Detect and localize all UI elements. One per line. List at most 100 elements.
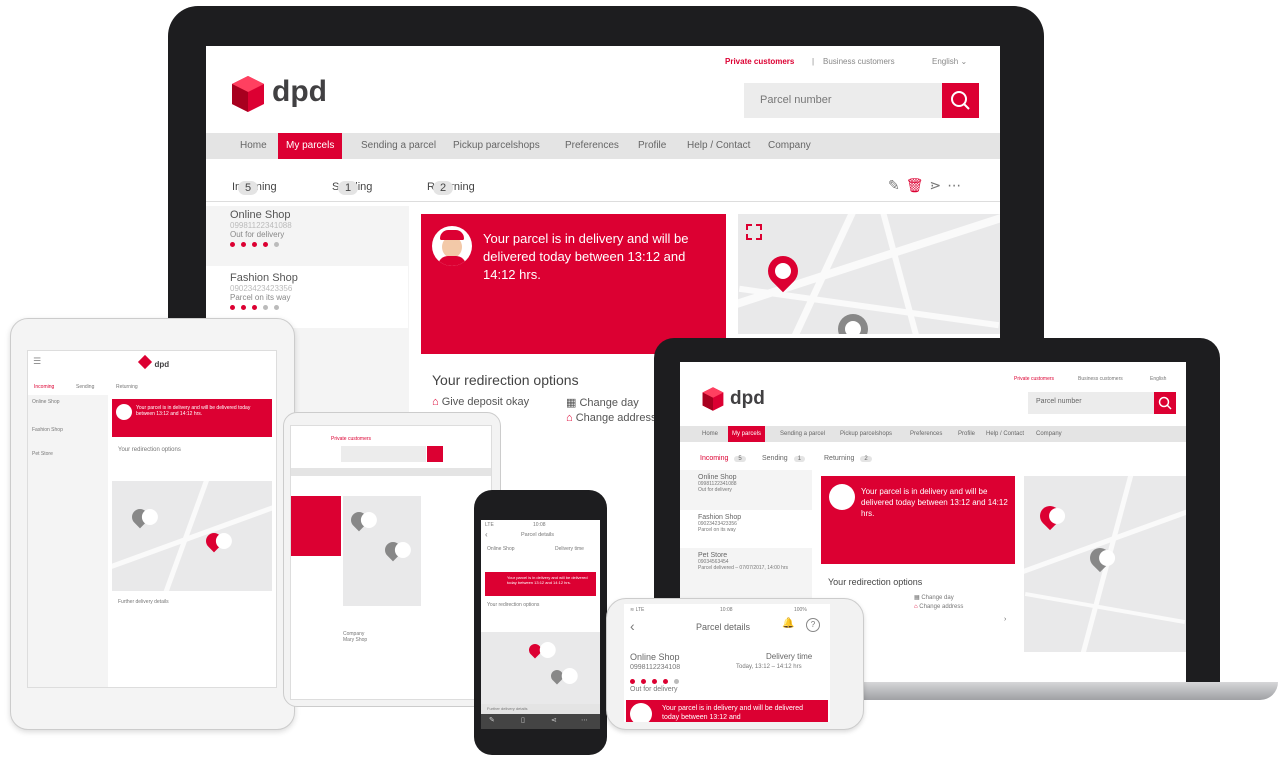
delivery-time-label: Delivery time (555, 546, 584, 552)
tab-incoming-label: Incoming (700, 455, 729, 462)
option-change-address[interactable]: ⌂ Change address (914, 604, 963, 610)
divider (206, 201, 1000, 202)
search-button[interactable] (1154, 392, 1176, 414)
tablet-landscape-screen: Private customers Company Mary Shop (290, 425, 492, 700)
further-details-bar[interactable]: Further delivery details (481, 704, 600, 714)
private-customers-link[interactable]: Private customers (331, 436, 371, 442)
trash-icon[interactable]: ▯ (521, 716, 525, 724)
parcel-item-fashion-shop[interactable]: Fashion Shop 09023423423356 Parcel on it… (698, 514, 808, 533)
delivery-truck-pin-icon (526, 641, 544, 659)
dpd-cube-icon (232, 76, 264, 112)
nav-profile[interactable]: Profile (958, 431, 975, 437)
search-button[interactable] (942, 83, 979, 118)
parcel-shop[interactable]: Online Shop (28, 395, 108, 409)
notification-bell-icon[interactable]: 🔔 (782, 618, 794, 629)
nav-help-contact[interactable]: Help / Contact (687, 140, 750, 151)
calendar-icon: ▦ (566, 397, 577, 409)
parcel-shop: Online Shop (230, 209, 291, 221)
option-change-address[interactable]: ⌂ Change address (566, 412, 656, 424)
option-change-address-label: Change address (575, 412, 657, 424)
more-icon[interactable]: ⋯ (947, 177, 967, 193)
option-change-day[interactable]: ▦ Change day (566, 396, 639, 409)
location-pin-icon (381, 538, 405, 562)
nav-sending-a-parcel[interactable]: Sending a parcel (780, 431, 825, 437)
language-select[interactable]: English ⌄ (932, 57, 967, 66)
back-icon[interactable]: ‹ (485, 530, 488, 539)
nav-profile[interactable]: Profile (638, 140, 666, 151)
main-nav (291, 468, 491, 476)
calendar-icon: ▦ (914, 595, 920, 601)
parcel-item-pet-store[interactable]: Pet Store 09034563454 Parcel delivered –… (698, 552, 810, 571)
network-label: LTE (635, 607, 645, 613)
deposit-icon: ⌂ (432, 396, 439, 408)
tab-returning[interactable]: Returning (116, 384, 138, 390)
fullscreen-icon[interactable] (746, 224, 762, 240)
nav-help-contact[interactable]: Help / Contact (986, 431, 1024, 437)
parcel-shop[interactable]: Pet Store (28, 433, 108, 457)
parcel-shop[interactable]: Fashion Shop (28, 409, 108, 433)
parcel-status: Parcel on its way (230, 293, 291, 302)
option-change-day[interactable]: ▦ Change day (914, 594, 954, 601)
map[interactable] (1024, 476, 1186, 652)
nav-my-parcels[interactable]: My parcels (278, 133, 343, 159)
language-select[interactable]: English (1150, 376, 1166, 382)
back-icon[interactable]: ‹ (630, 618, 635, 634)
map[interactable] (112, 481, 272, 591)
parcel-number-input[interactable] (341, 446, 426, 462)
dpd-logo[interactable] (700, 386, 726, 417)
nav-home[interactable]: Home (240, 140, 267, 151)
help-icon[interactable]: ? (806, 618, 820, 632)
edit-icon[interactable]: ✎ (888, 177, 906, 193)
parcel-item-online-shop[interactable]: Online Shop 09981122341088 Out for deliv… (206, 209, 408, 247)
main-nav: Home My parcels Sending a parcel Pickup … (680, 426, 1186, 442)
business-customers-link[interactable]: Business customers (823, 57, 895, 66)
option-deposit[interactable]: ⌂ Give deposit okay (432, 396, 529, 408)
parcel-number: 0998112234108 (630, 664, 681, 671)
more-icon[interactable]: ⋯ (581, 716, 588, 724)
nav-pickup-parcelshops[interactable]: Pickup parcelshops (840, 431, 892, 437)
dpd-cube-icon (137, 354, 153, 370)
map[interactable] (343, 496, 421, 606)
redirection-title: Your redirection options (118, 447, 181, 453)
parcel-number-placeholder: Parcel number (1036, 398, 1082, 405)
parcel-item-online-shop[interactable]: Online Shop 09981122341088 Out for deliv… (698, 474, 808, 493)
share-icon[interactable]: ⋗ (930, 177, 948, 193)
menu-icon[interactable]: ☰ (33, 356, 41, 367)
nav-company[interactable]: Company (768, 140, 811, 151)
parcel-number-placeholder: Parcel number (760, 94, 832, 106)
parcel-status: Out for delivery (630, 686, 678, 693)
tab-sending[interactable]: Sending 1 (762, 455, 806, 462)
search-button[interactable] (427, 446, 443, 462)
chevron-right-icon[interactable]: › (1004, 616, 1006, 623)
delivery-message-box: Your parcel is in delivery and will be d… (112, 399, 272, 437)
chevron-down-icon: ⌄ (960, 57, 968, 66)
progress-dots (230, 305, 384, 310)
tab-sending[interactable]: Sending (76, 384, 94, 390)
private-customers-link[interactable]: Private customers (1014, 376, 1054, 382)
map[interactable] (738, 214, 1000, 334)
tab-returning[interactable]: Returning 2 (824, 455, 872, 462)
nav-my-parcels[interactable]: My parcels (728, 426, 766, 442)
tab-incoming[interactable]: Incoming 5 (700, 455, 746, 462)
edit-icon[interactable]: ✎ (489, 716, 495, 724)
private-customers-link[interactable]: Private customers (725, 57, 794, 66)
nav-pickup-parcelshops[interactable]: Pickup parcelshops (453, 140, 540, 151)
nav-sending-a-parcel[interactable]: Sending a parcel (361, 140, 436, 151)
parcel-number-input[interactable]: Parcel number (744, 83, 942, 118)
option-change-address-label: Change address (919, 604, 964, 610)
trash-icon[interactable]: 🗑 (906, 177, 930, 193)
parcel-number-input[interactable]: Parcel number (1028, 392, 1154, 414)
nav-preferences[interactable]: Preferences (565, 140, 619, 151)
option-change-day-label: Change day (579, 397, 639, 409)
nav-company[interactable]: Company (1036, 431, 1062, 437)
nav-home[interactable]: Home (702, 431, 718, 437)
tab-incoming[interactable]: Incoming (34, 384, 54, 390)
nav-preferences[interactable]: Preferences (910, 431, 942, 437)
share-icon[interactable]: ⋖ (551, 716, 557, 724)
business-customers-link[interactable]: Business customers (1078, 376, 1123, 382)
header-separator: | (812, 57, 815, 66)
delivery-message: Your parcel is in delivery and will be d… (507, 575, 588, 585)
dpd-logo[interactable] (228, 74, 268, 119)
parcel-shop: Fashion Shop (698, 514, 742, 521)
map[interactable] (481, 632, 600, 704)
